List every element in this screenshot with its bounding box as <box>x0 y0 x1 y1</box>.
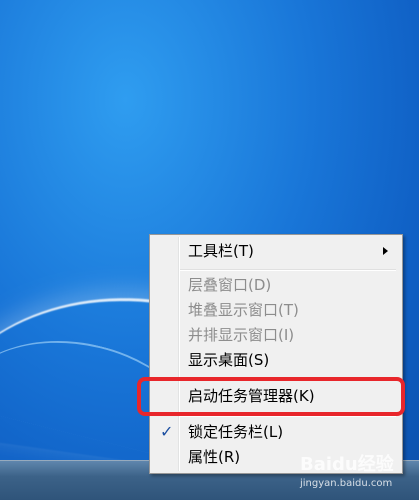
menu-item-lock-taskbar[interactable]: ✓ 锁定任务栏(L) <box>152 420 398 444</box>
menu-item-label: 堆叠显示窗口(T) <box>188 301 299 319</box>
menu-item-label: 属性(R) <box>188 448 241 466</box>
menu-item-label: 锁定任务栏(L) <box>188 423 284 441</box>
menu-item-stack-windows[interactable]: 堆叠显示窗口(T) <box>152 298 398 322</box>
menu-item-label: 层叠窗口(D) <box>188 276 272 294</box>
submenu-arrow-icon <box>383 247 388 255</box>
menu-separator <box>180 269 396 271</box>
menu-item-label: 工具栏(T) <box>188 242 254 260</box>
watermark-brand: Baidu经验 <box>300 454 394 475</box>
checkmark-icon: ✓ <box>160 422 174 441</box>
highlight-annotation-box <box>137 377 405 416</box>
menu-item-label: 并排显示窗口(I) <box>188 326 295 344</box>
watermark-url: jingyan.baidu.com <box>300 478 393 489</box>
menu-item-side-by-side-windows[interactable]: 并排显示窗口(I) <box>152 323 398 347</box>
baidu-watermark: Baidu经验 jingyan.baidu.com <box>300 450 415 496</box>
menu-item-toolbars[interactable]: 工具栏(T) <box>152 239 398 263</box>
taskbar-context-menu: 工具栏(T) 层叠窗口(D) 堆叠显示窗口(T) 并排显示窗口(I) 显示桌面(… <box>149 234 403 474</box>
menu-item-cascade-windows[interactable]: 层叠窗口(D) <box>152 273 398 297</box>
menu-item-show-desktop[interactable]: 显示桌面(S) <box>152 348 398 372</box>
menu-item-label: 显示桌面(S) <box>188 351 270 369</box>
